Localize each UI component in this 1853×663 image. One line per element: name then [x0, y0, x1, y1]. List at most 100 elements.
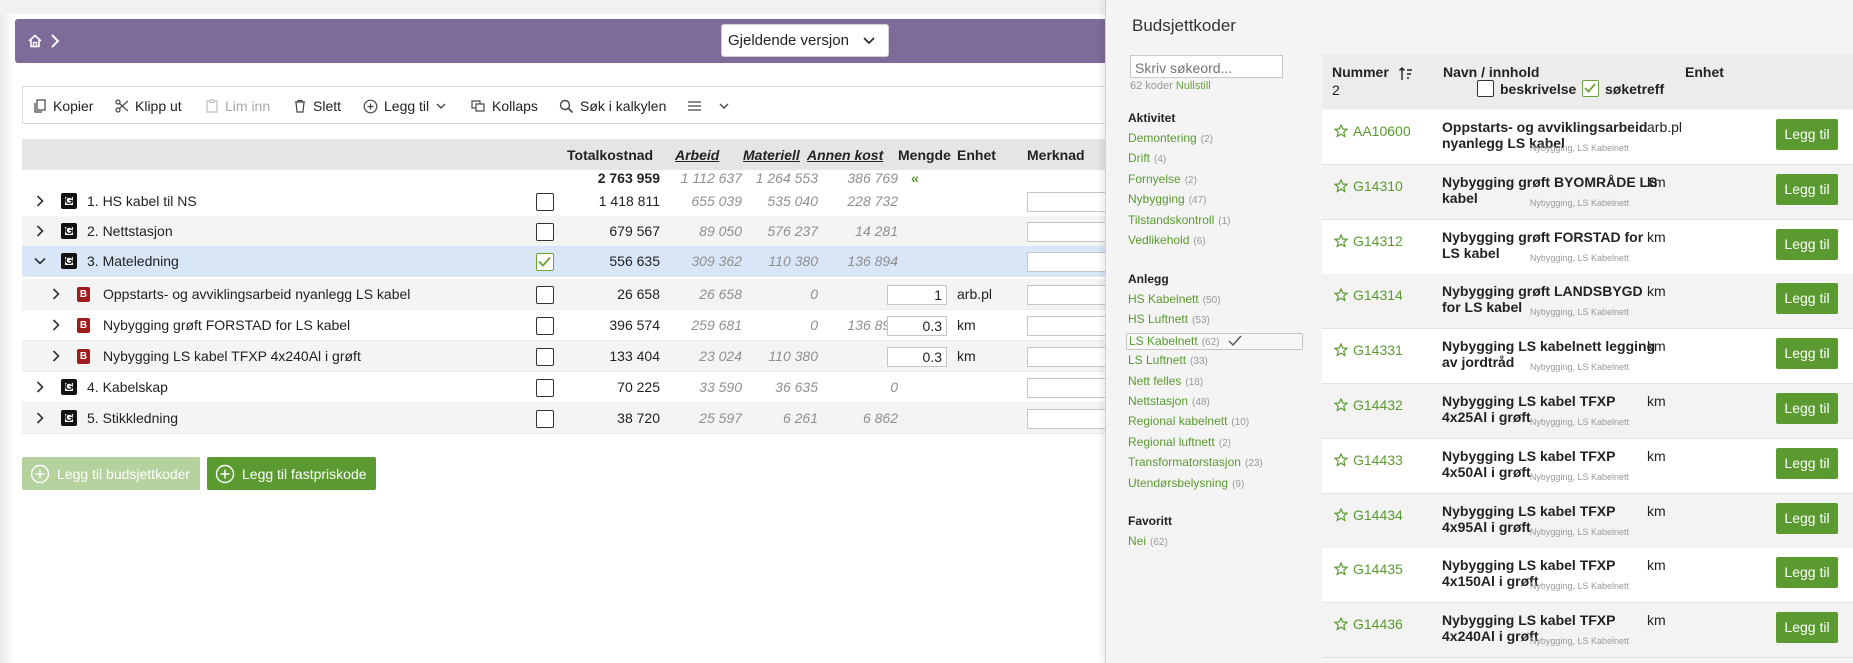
code-list-item[interactable]: AA10600 Oppstarts- og avviklingsarbeid ny… — [1322, 110, 1853, 165]
note-input[interactable] — [1027, 409, 1110, 429]
table-row[interactable]: B Oppstarts- og avviklingsarbeid nyanlegg… — [22, 279, 1110, 310]
chevron-right-icon[interactable] — [49, 349, 63, 363]
filter-item[interactable]: Nettstasjon (48) — [1128, 394, 1210, 408]
code-list-item[interactable]: G14436 Nybygging LS kabel TFXP 4x240Al i … — [1322, 603, 1853, 659]
filter-item[interactable]: Nybygging (47) — [1128, 192, 1207, 206]
code-number[interactable]: G14314 — [1353, 287, 1403, 303]
sort-asc-icon[interactable] — [1398, 66, 1414, 82]
table-row[interactable]: G 3. Mateledning 556 635 309 362 110 380 136 … — [22, 246, 1110, 277]
star-icon[interactable] — [1334, 233, 1348, 248]
code-list-item[interactable]: G14433 Nybygging LS kabel TFXP 4x50Al i g… — [1322, 438, 1853, 494]
add-code-button[interactable]: Legg til — [1776, 612, 1838, 644]
add-code-button[interactable]: Legg til — [1776, 338, 1838, 370]
star-icon[interactable] — [1334, 452, 1348, 467]
filter-item[interactable]: Nei (62) — [1128, 534, 1168, 548]
code-number[interactable]: G14433 — [1353, 452, 1403, 468]
add-code-button[interactable]: Legg til — [1776, 228, 1838, 260]
filter-item[interactable]: Transformatorstasjon (23) — [1128, 455, 1263, 469]
menu-button[interactable] — [687, 96, 730, 116]
star-icon[interactable] — [1334, 562, 1348, 577]
code-number[interactable]: G14331 — [1353, 342, 1403, 358]
header-other-cost[interactable]: Annen kost — [807, 147, 883, 163]
filter-item[interactable]: Nett felles (18) — [1128, 374, 1203, 388]
note-input[interactable] — [1027, 378, 1110, 398]
quantity-input[interactable]: 1 — [887, 285, 947, 305]
code-number[interactable]: G14436 — [1353, 616, 1403, 632]
delete-button[interactable]: Slett — [293, 96, 341, 116]
add-code-button[interactable]: Legg til — [1776, 283, 1838, 315]
filter-item[interactable]: Drift (4) — [1128, 151, 1166, 165]
chevron-right-icon[interactable] — [49, 287, 63, 301]
collapse-button[interactable]: Kollaps — [471, 96, 538, 116]
filter-item[interactable]: Regional kabelnett (10) — [1128, 414, 1249, 428]
version-select[interactable]: Gjeldende versjon — [721, 24, 889, 57]
quantity-input[interactable]: 0.3 — [887, 347, 947, 367]
filter-item[interactable]: Fornyelse (2) — [1128, 172, 1197, 186]
filter-item[interactable]: LS Luftnett (33) — [1128, 353, 1208, 367]
add-code-button[interactable]: Legg til — [1776, 393, 1838, 424]
note-input[interactable] — [1027, 285, 1110, 305]
copy-button[interactable]: Kopier — [33, 96, 93, 116]
add-code-button[interactable]: Legg til — [1776, 557, 1838, 589]
star-icon[interactable] — [1334, 398, 1348, 412]
description-checkbox[interactable] — [1477, 80, 1494, 97]
table-row[interactable]: B Nybygging LS kabel TFXP 4x240Al i grøft… — [22, 341, 1110, 372]
add-code-button[interactable]: Legg til — [1776, 447, 1838, 479]
code-list-item[interactable]: G14435 Nybygging LS kabel TFXP 4x150Al i … — [1322, 548, 1853, 604]
paste-button[interactable]: Lim inn — [205, 96, 270, 116]
filter-item[interactable]: Demontering (2) — [1128, 131, 1213, 145]
header-number[interactable]: Nummer — [1332, 64, 1389, 80]
filter-item[interactable]: LS Kabelnett (62) — [1126, 332, 1303, 350]
code-number[interactable]: G14310 — [1353, 178, 1403, 194]
filter-item[interactable]: Tilstandskontroll (1) — [1128, 213, 1231, 227]
note-input[interactable] — [1027, 316, 1110, 336]
search-calc-button[interactable]: Søk i kalkylen — [559, 96, 666, 116]
chevron-right-icon[interactable] — [33, 224, 47, 238]
chevron-right-icon[interactable] — [33, 380, 47, 394]
code-number[interactable]: G14432 — [1353, 397, 1403, 413]
table-row[interactable]: B Nybygging grøft FORSTAD for LS kabel 396… — [22, 310, 1110, 341]
keyword-search-input[interactable] — [1130, 55, 1283, 78]
filter-item[interactable]: Vedlikehold (6) — [1128, 233, 1206, 247]
code-number[interactable]: G14434 — [1353, 507, 1403, 523]
add-budget-codes-button[interactable]: Legg til budsjettkoder — [22, 457, 200, 490]
header-total[interactable]: Totalkostnad — [567, 147, 653, 163]
table-row[interactable]: G 5. Stikkledning 38 720 25 597 6 261 6 862 — [22, 403, 1110, 434]
note-input[interactable] — [1027, 252, 1110, 272]
code-list-item[interactable]: G14312 Nybygging grøft FORSTAD for LS kab… — [1322, 219, 1853, 275]
code-list-item[interactable]: G14434 Nybygging LS kabel TFXP 4x95Al i g… — [1322, 493, 1853, 549]
collapse-columns-icon[interactable]: « — [911, 170, 919, 186]
filter-item[interactable]: HS Kabelnett (50) — [1128, 292, 1221, 306]
chevron-down-icon[interactable] — [33, 254, 47, 268]
star-icon[interactable] — [1334, 124, 1348, 138]
note-input[interactable] — [1027, 347, 1110, 367]
code-number[interactable]: AA10600 — [1353, 123, 1411, 139]
chevron-right-icon[interactable] — [49, 318, 63, 332]
add-code-button[interactable]: Legg til — [1776, 119, 1838, 150]
note-input[interactable] — [1027, 222, 1110, 242]
code-list-item[interactable]: G14331 Nybygging LS kabelnett legging av … — [1322, 329, 1853, 385]
filter-item[interactable]: Utendørsbelysning (9) — [1128, 476, 1244, 490]
star-icon[interactable] — [1334, 343, 1348, 357]
chevron-right-icon[interactable] — [33, 411, 47, 425]
quantity-input[interactable]: 0.3 — [887, 316, 947, 336]
home-icon[interactable] — [25, 31, 45, 51]
reset-link[interactable]: Nullstill — [1176, 80, 1211, 92]
code-list-item[interactable]: G14432 Nybygging LS kabel TFXP 4x25Al i g… — [1322, 384, 1853, 439]
code-list-item[interactable]: G14314 Nybygging grøft LANDSBYGD for LS k… — [1322, 274, 1853, 330]
table-row[interactable]: G 4. Kabelskap 70 225 33 590 36 635 0 — [22, 372, 1110, 403]
star-icon[interactable] — [1334, 178, 1348, 193]
cut-button[interactable]: Klipp ut — [115, 96, 182, 116]
code-number[interactable]: G14435 — [1353, 561, 1403, 577]
add-code-button[interactable]: Legg til — [1776, 502, 1838, 534]
chevron-right-icon[interactable] — [33, 194, 47, 208]
filter-item[interactable]: HS Luftnett (53) — [1128, 312, 1210, 326]
add-dropdown-button[interactable]: Legg til — [363, 96, 447, 116]
star-icon[interactable] — [1334, 288, 1348, 303]
add-code-button[interactable]: Legg til — [1776, 173, 1838, 205]
code-number[interactable]: G14312 — [1353, 233, 1403, 249]
table-row[interactable]: G 2. Nettstasjon 679 567 89 050 576 237 14 28… — [22, 216, 1110, 247]
table-row[interactable]: G 1. HS kabel til NS 1 418 811 655 039 535 0… — [22, 186, 1110, 217]
filter-item[interactable]: Regional luftnett (2) — [1128, 435, 1231, 449]
star-icon[interactable] — [1334, 617, 1348, 631]
